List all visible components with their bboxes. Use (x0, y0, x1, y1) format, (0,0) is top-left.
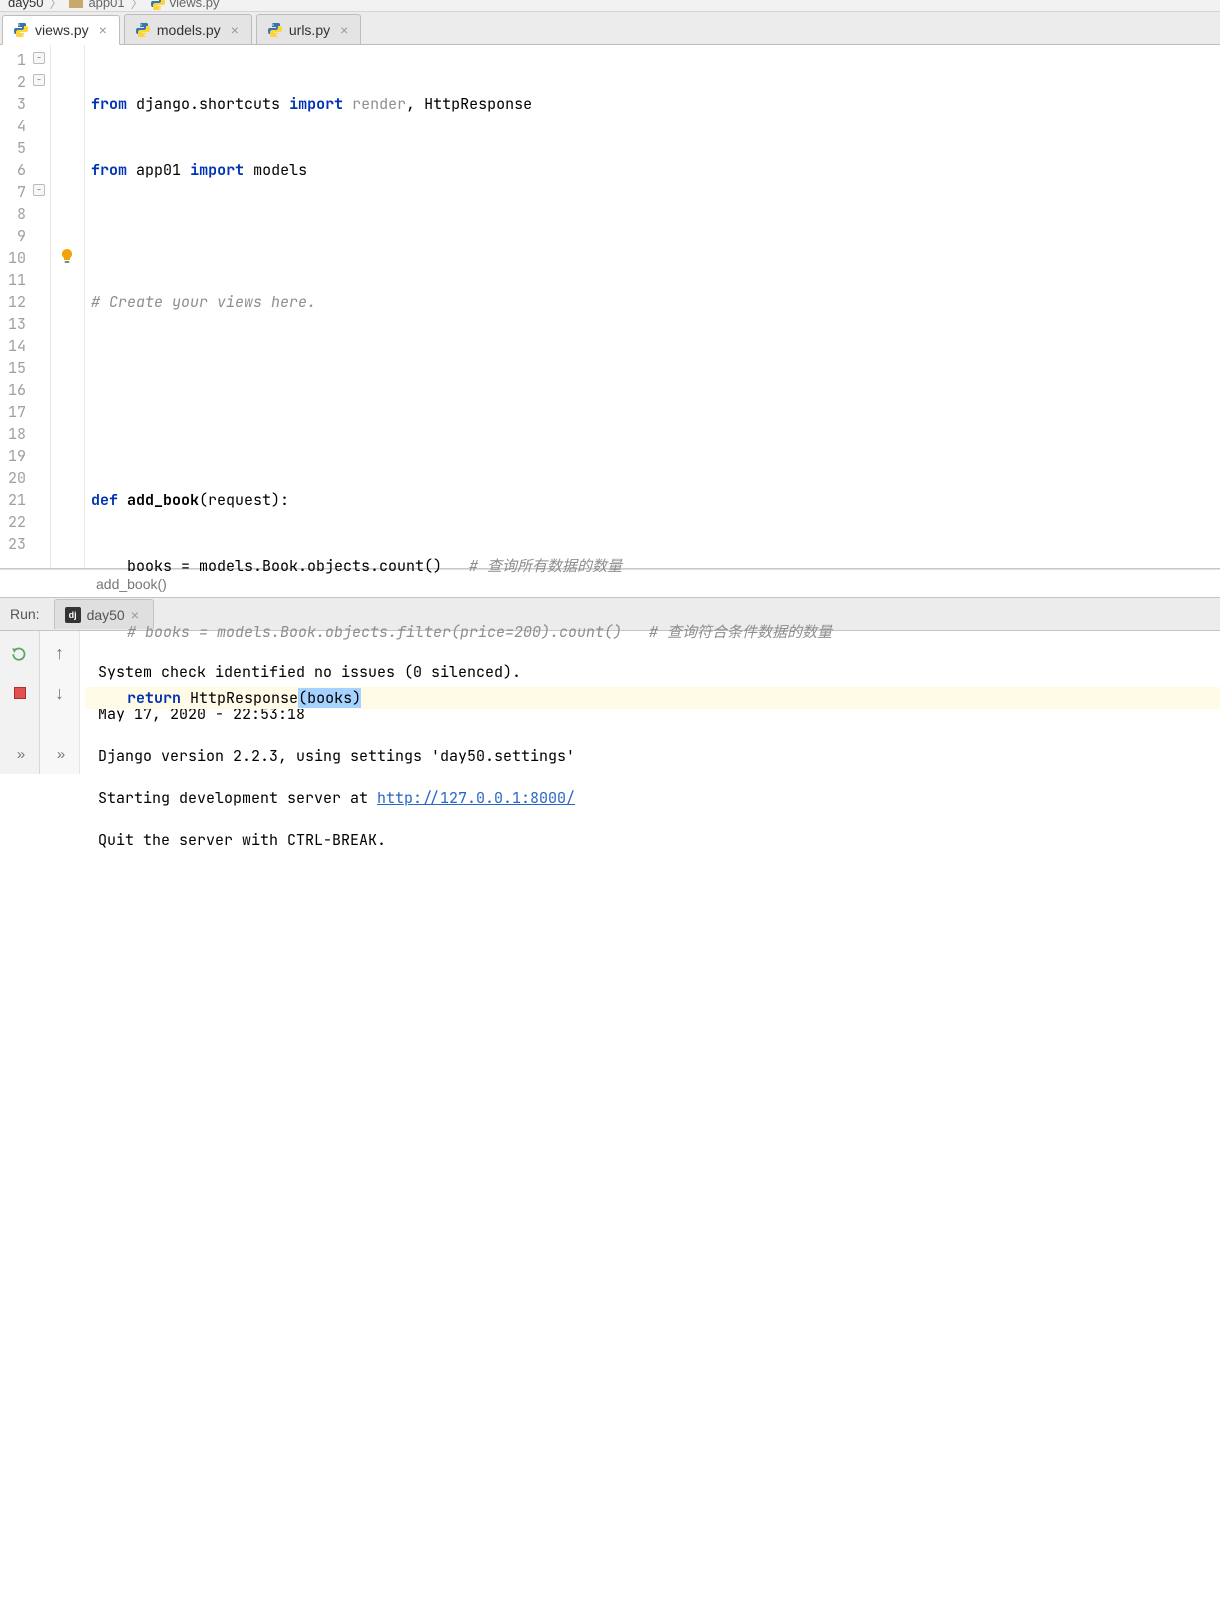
line-number: 22 (0, 511, 26, 533)
line-number: 23 (0, 533, 26, 555)
tab-label: models.py (157, 22, 221, 38)
run-toolbar-secondary: ↑ ↓ » (40, 631, 80, 774)
close-icon[interactable]: × (231, 22, 239, 38)
line-number: 19 (0, 445, 26, 467)
scroll-up-button[interactable]: ↑ (48, 641, 72, 665)
breadcrumb-app[interactable]: app01 (64, 0, 128, 11)
line-number: 4 (0, 115, 26, 137)
rerun-button[interactable] (8, 641, 32, 665)
navigation-breadcrumb: day50 〉 app01 〉 views.py (0, 0, 1220, 12)
more-button[interactable]: » (8, 742, 32, 766)
close-icon[interactable]: × (99, 22, 107, 38)
close-icon[interactable]: × (340, 22, 348, 38)
breadcrumb-sep: 〉 (131, 0, 144, 12)
line-number: 20 (0, 467, 26, 489)
folder-icon (68, 0, 84, 11)
intention-bulb-icon[interactable] (59, 248, 75, 264)
breadcrumb-sep: 〉 (49, 0, 62, 12)
run-toolbar-primary: » (0, 631, 40, 774)
line-number: 9 (0, 225, 26, 247)
line-number: 3 (0, 93, 26, 115)
line-number: 15 (0, 357, 26, 379)
tab-models[interactable]: models.py × (124, 14, 252, 44)
line-number-gutter[interactable]: 1− 2− 3 4 5 6 7− 8 9 10 11 12 13 14 15 1… (0, 45, 51, 568)
line-number: 12 (0, 291, 26, 313)
gutter-icons (51, 45, 85, 568)
line-number: 8 (0, 203, 26, 225)
line-number: 16 (0, 379, 26, 401)
line-number: 1− (0, 49, 26, 71)
tab-label: views.py (35, 22, 89, 38)
tab-urls[interactable]: urls.py × (256, 14, 361, 44)
line-number: 21 (0, 489, 26, 511)
line-number: 18 (0, 423, 26, 445)
fold-icon[interactable]: − (33, 52, 45, 64)
line-number: 6 (0, 159, 26, 181)
breadcrumb-project[interactable]: day50 (4, 0, 47, 10)
line-number: 7− (0, 181, 26, 203)
fold-icon[interactable]: − (33, 74, 45, 86)
python-file-icon (150, 0, 166, 11)
line-number: 10 (0, 247, 26, 269)
line-number: 11 (0, 269, 26, 291)
python-file-icon (135, 22, 151, 38)
line-number: 5 (0, 137, 26, 159)
python-file-icon (267, 22, 283, 38)
python-file-icon (13, 22, 29, 38)
django-icon: dj (65, 607, 81, 623)
line-number: 17 (0, 401, 26, 423)
line-number: 14 (0, 335, 26, 357)
fold-icon[interactable]: − (33, 184, 45, 196)
stop-button[interactable] (8, 681, 32, 705)
tab-label: urls.py (289, 22, 330, 38)
code-editor: 1− 2− 3 4 5 6 7− 8 9 10 11 12 13 14 15 1… (0, 45, 1220, 569)
more-button[interactable]: » (48, 742, 72, 766)
line-number: 13 (0, 313, 26, 335)
line-number: 2− (0, 71, 26, 93)
run-panel-label: Run: (0, 606, 50, 622)
scroll-down-button[interactable]: ↓ (48, 681, 72, 705)
code-area[interactable]: from django.shortcuts import render, Htt… (85, 45, 1220, 568)
breadcrumb-file[interactable]: views.py (146, 0, 224, 11)
editor-tabs: views.py × models.py × urls.py × (0, 12, 1220, 45)
tab-views[interactable]: views.py × (2, 15, 120, 45)
